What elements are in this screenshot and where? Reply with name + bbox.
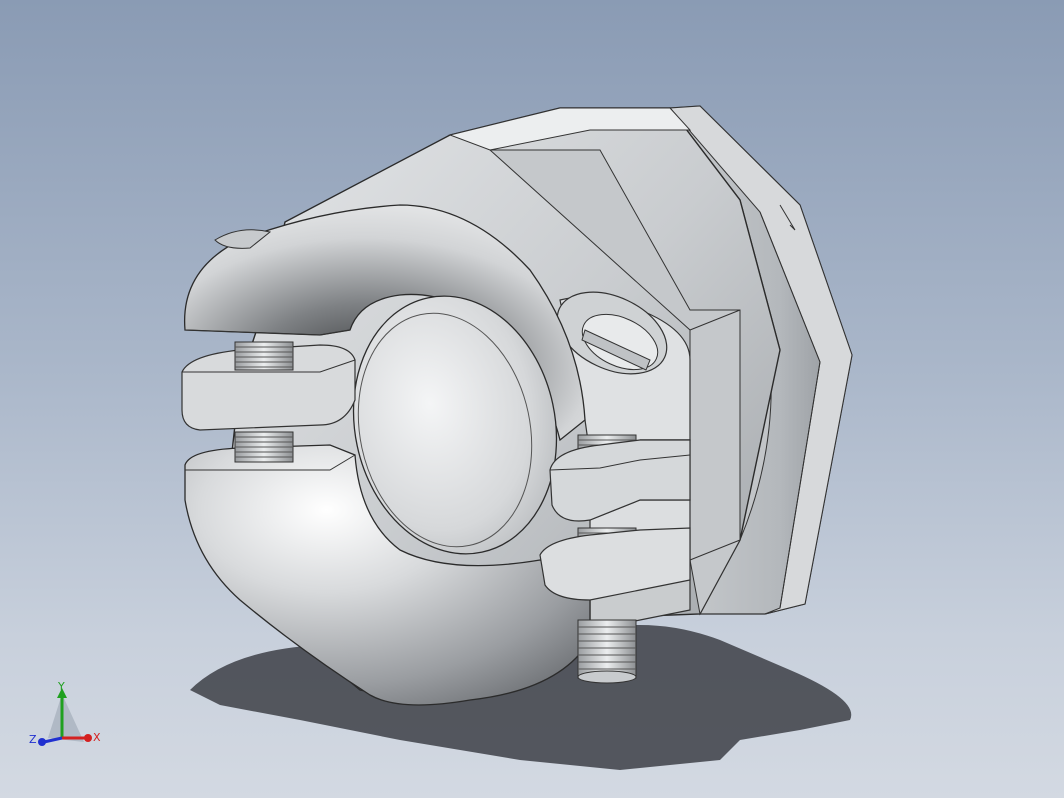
z-axis-arrow: [43, 736, 63, 744]
cad-3d-viewport[interactable]: Y X Z: [0, 0, 1064, 798]
triad-x-label: X: [93, 731, 101, 744]
threaded-stud-left-lower: [234, 431, 294, 463]
threaded-stud-right-lower: [577, 619, 637, 684]
triad-z-label: Z: [29, 733, 37, 746]
coordinate-triad[interactable]: Y X Z: [24, 676, 114, 756]
cable-gland-model[interactable]: [0, 0, 1064, 798]
threaded-stud-left-upper: [234, 341, 294, 371]
triad-icon: [38, 688, 92, 746]
triad-y-label: Y: [58, 680, 65, 693]
